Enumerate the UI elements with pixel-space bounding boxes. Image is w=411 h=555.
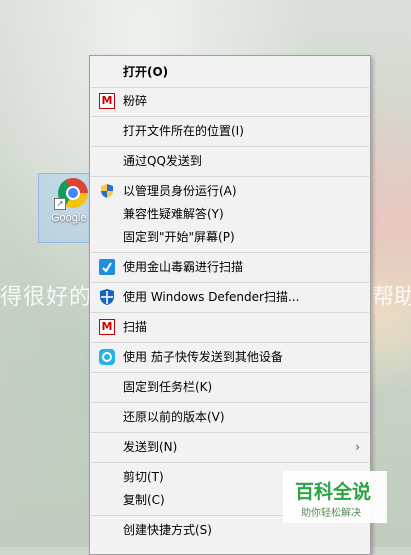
menu-item-label: 还原以前的版本(V) bbox=[123, 410, 225, 424]
menu-item-qiezi-send[interactable]: 使用 茄子快传发送到其他设备 bbox=[90, 345, 370, 369]
menu-item-label: 使用 Windows Defender扫描... bbox=[123, 290, 300, 304]
menu-separator bbox=[91, 87, 369, 88]
menu-item-defender-scan[interactable]: 使用 Windows Defender扫描... bbox=[90, 285, 370, 309]
menu-separator bbox=[91, 312, 369, 313]
menu-item-label: 固定到任务栏(K) bbox=[123, 380, 213, 394]
menu-item-label: 扫描 bbox=[123, 320, 148, 334]
desktop-shortcut-label: Google Chrome bbox=[51, 212, 91, 224]
watermark-subtitle: 助你轻松解决 bbox=[301, 508, 361, 519]
wallpaper-text-left: 得很好的 bbox=[0, 285, 93, 310]
menu-item-pin-taskbar[interactable]: 固定到任务栏(K) bbox=[90, 375, 370, 399]
menu-item-shred[interactable]: 粉碎 bbox=[90, 89, 370, 113]
desktop-shortcut-chrome[interactable]: ↗ Google Chrome bbox=[38, 173, 91, 243]
menu-item-label: 使用 茄子快传发送到其他设备 bbox=[123, 350, 283, 364]
mcafee-icon bbox=[99, 319, 115, 335]
menu-item-kingsoft-scan[interactable]: 使用金山毒霸进行扫描 bbox=[90, 255, 370, 279]
menu-item-label: 发送到(N) bbox=[123, 440, 178, 454]
menu-item-label: 打开(O) bbox=[123, 65, 169, 79]
menu-item-send-to[interactable]: 发送到(N) › bbox=[90, 435, 370, 459]
menu-separator bbox=[91, 432, 369, 433]
menu-separator bbox=[91, 176, 369, 177]
menu-separator bbox=[91, 282, 369, 283]
menu-separator bbox=[91, 372, 369, 373]
uac-shield-icon bbox=[99, 183, 115, 199]
defender-icon bbox=[99, 289, 115, 305]
menu-item-open-location[interactable]: 打开文件所在的位置(I) bbox=[90, 119, 370, 143]
menu-item-label: 打开文件所在的位置(I) bbox=[123, 124, 244, 138]
mcafee-icon bbox=[99, 93, 115, 109]
menu-item-open[interactable]: 打开(O) bbox=[90, 60, 370, 84]
menu-item-label: 复制(C) bbox=[123, 493, 165, 507]
chevron-right-icon: › bbox=[355, 440, 360, 454]
menu-item-label: 兼容性疑难解答(Y) bbox=[123, 207, 224, 221]
menu-item-label: 固定到"开始"屏幕(P) bbox=[123, 230, 235, 244]
menu-separator bbox=[91, 116, 369, 117]
menu-item-pin-start[interactable]: 固定到"开始"屏幕(P) bbox=[90, 225, 370, 249]
watermark-title: 百科全说 bbox=[295, 481, 372, 503]
menu-item-send-qq[interactable]: 通过QQ发送到 bbox=[90, 149, 370, 173]
menu-item-label: 粉碎 bbox=[123, 94, 148, 108]
menu-separator bbox=[91, 146, 369, 147]
menu-separator bbox=[91, 402, 369, 403]
qiezi-icon bbox=[99, 349, 115, 365]
wallpaper-text-right: 帮助 bbox=[372, 285, 411, 310]
menu-item-label: 通过QQ发送到 bbox=[123, 154, 202, 168]
menu-separator bbox=[91, 462, 369, 463]
kingsoft-icon bbox=[99, 259, 115, 275]
menu-item-restore-versions[interactable]: 还原以前的版本(V) bbox=[90, 405, 370, 429]
menu-separator bbox=[91, 252, 369, 253]
menu-item-label: 剪切(T) bbox=[123, 470, 164, 484]
watermark-logo: 百科全说 助你轻松解决 bbox=[283, 471, 387, 523]
menu-item-run-as-admin[interactable]: 以管理员身份运行(A) bbox=[90, 179, 370, 203]
menu-item-label: 创建快捷方式(S) bbox=[123, 523, 212, 537]
menu-separator bbox=[91, 342, 369, 343]
menu-item-label: 以管理员身份运行(A) bbox=[123, 184, 237, 198]
menu-item-compat-troubleshoot[interactable]: 兼容性疑难解答(Y) bbox=[90, 202, 370, 226]
menu-item-label: 使用金山毒霸进行扫描 bbox=[123, 260, 244, 274]
menu-item-scan[interactable]: 扫描 bbox=[90, 315, 370, 339]
shortcut-arrow-icon: ↗ bbox=[54, 198, 66, 210]
